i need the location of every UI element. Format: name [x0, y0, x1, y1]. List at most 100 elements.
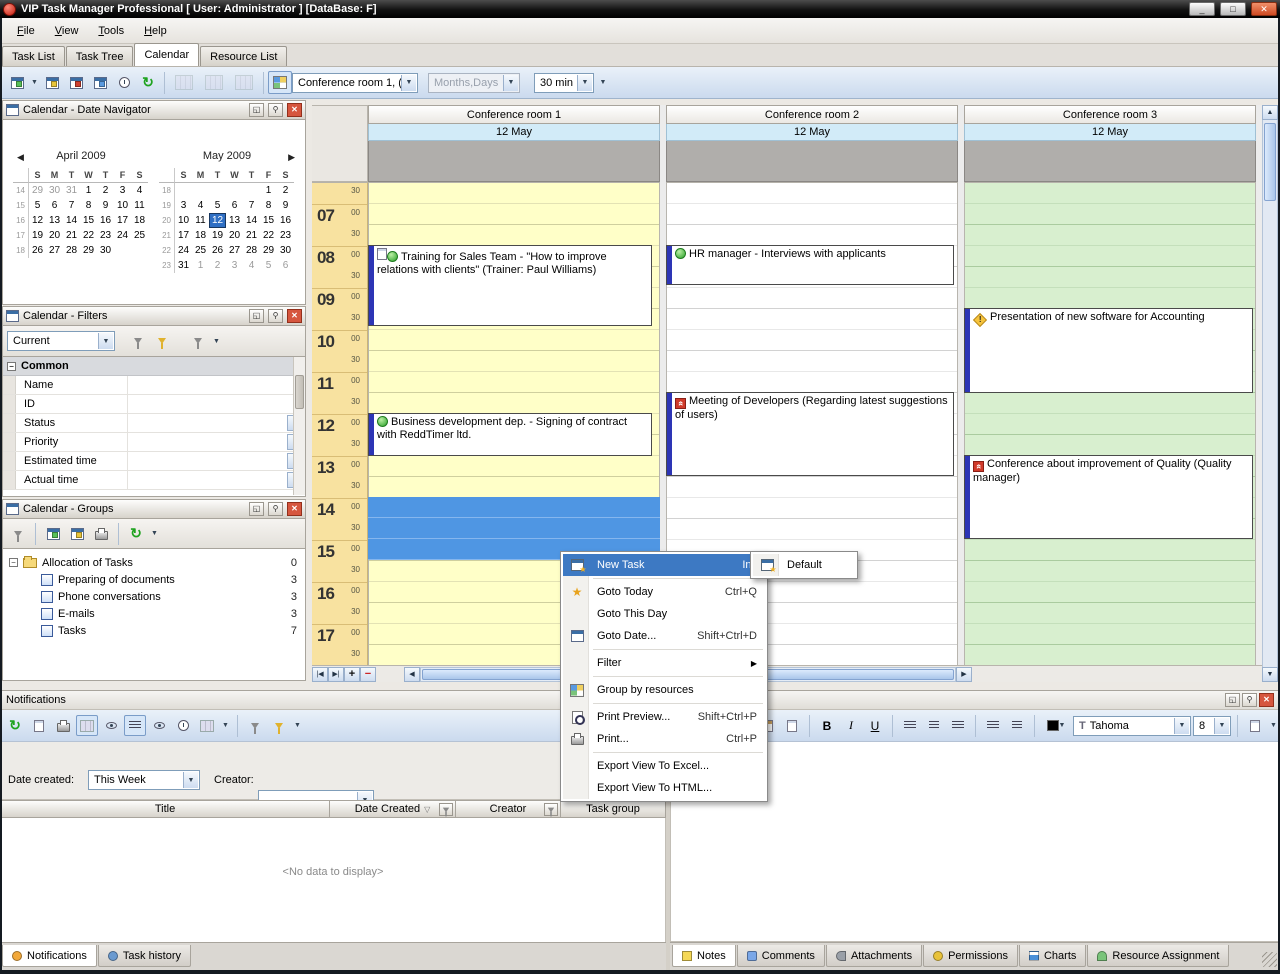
allday-area[interactable]	[368, 141, 660, 182]
copy-button[interactable]	[781, 715, 803, 736]
resource-column-header[interactable]: Conference room 2	[666, 105, 958, 124]
calendar-day[interactable]: F	[260, 168, 277, 183]
date-column-header[interactable]: 12 May	[666, 124, 958, 141]
task-timer-button[interactable]	[112, 71, 136, 94]
main-tab[interactable]: Resource List	[200, 46, 287, 66]
close-button[interactable]: ✕	[1251, 2, 1277, 16]
calendar-day[interactable]: 12	[209, 213, 226, 228]
submenu-item-default[interactable]: Default	[753, 554, 855, 576]
group-root[interactable]: − Allocation of Tasks 0	[3, 554, 305, 571]
date-created-combo-arrow[interactable]: ▼	[183, 772, 198, 788]
filters-scrollbar[interactable]	[293, 357, 305, 495]
reminder-button[interactable]	[172, 715, 194, 736]
calendar-day[interactable]: 22	[260, 228, 277, 243]
groups-pin-button[interactable]: ⚲	[268, 502, 283, 516]
calendar-day[interactable]: 19	[209, 228, 226, 243]
calendar-day[interactable]: 5	[29, 198, 46, 213]
calendar-day[interactable]: 21	[159, 228, 175, 243]
collapse-icon[interactable]: −	[7, 362, 16, 371]
calendar-day[interactable]: 17	[13, 228, 29, 243]
creator-filter-button[interactable]	[544, 803, 558, 816]
filter-options-dropdown[interactable]: ▼	[211, 338, 222, 345]
calendar-day[interactable]: 29	[29, 183, 46, 198]
scroll-down-button[interactable]: ▼	[1262, 667, 1278, 682]
calendar-day[interactable]: 5	[209, 198, 226, 213]
calendar-day[interactable]: 1	[260, 183, 277, 198]
calendar-vertical-scrollbar[interactable]: ▲ ▼	[1262, 105, 1278, 682]
calendar-day[interactable]: 10	[114, 198, 131, 213]
calendar-event[interactable]: »Conference about improvement of Quality…	[964, 455, 1253, 539]
refresh-button[interactable]: ↻	[136, 71, 160, 94]
underline-button[interactable]: U	[864, 715, 886, 736]
menu-item[interactable]: File	[8, 22, 44, 40]
calendar-day[interactable]: 17	[114, 213, 131, 228]
tab-notifications[interactable]: Notifications	[2, 945, 97, 967]
calendar-day[interactable]: 12	[29, 213, 46, 228]
calendar-day[interactable]: 16	[97, 213, 114, 228]
calendar-day[interactable]: 16	[277, 213, 294, 228]
calendar-day[interactable]: 16	[13, 213, 29, 228]
save-filter-button[interactable]	[151, 331, 173, 352]
calendar-day[interactable]: 25	[192, 243, 209, 258]
calendar-day[interactable]	[159, 168, 175, 183]
tab-attachments[interactable]: Attachments	[826, 945, 922, 967]
calendar-day[interactable]: 14	[13, 183, 29, 198]
calendar-day[interactable]: M	[192, 168, 209, 183]
calendar-day[interactable]: 23	[159, 258, 175, 273]
calendar-day[interactable]: T	[209, 168, 226, 183]
calendar-day[interactable]: 1	[192, 258, 209, 273]
calendar-event[interactable]: !Presentation of new software for Accoun…	[964, 308, 1253, 393]
calendar-day[interactable]: T	[63, 168, 80, 183]
calendar-day[interactable]: 19	[29, 228, 46, 243]
calendar-day[interactable]: M	[46, 168, 63, 183]
main-tab[interactable]: Task Tree	[66, 46, 134, 66]
calendar-day[interactable]: T	[243, 168, 260, 183]
collapse-icon[interactable]: −	[9, 558, 18, 567]
calendar-day[interactable]: 27	[46, 243, 63, 258]
calendar-day[interactable]: 28	[243, 243, 260, 258]
calendar-day[interactable]: 23	[97, 228, 114, 243]
menu-item-goto-today[interactable]: ★ Goto Today Ctrl+Q	[563, 581, 765, 603]
calendar-day[interactable]: 28	[63, 243, 80, 258]
numbered-list-button[interactable]	[1006, 715, 1028, 736]
calendar-event[interactable]: HR manager - Interviews with applicants	[666, 245, 954, 285]
new-task-button[interactable]	[5, 71, 29, 94]
show-read-toggle[interactable]	[148, 715, 170, 736]
calendar-day[interactable]: 10	[175, 213, 192, 228]
menu-item-print[interactable]: Print... Ctrl+P	[563, 728, 765, 750]
groups-float-button[interactable]: ◱	[249, 502, 264, 516]
calendar-day[interactable]: 8	[80, 198, 97, 213]
menu-item-export-html[interactable]: Export View To HTML...	[563, 777, 765, 799]
font-size-combo[interactable]: 8▼	[1193, 716, 1231, 736]
calendar-day[interactable]: T	[97, 168, 114, 183]
column-header-date-created[interactable]: Date Created ▽	[329, 800, 456, 818]
calendar-day[interactable]: 18	[13, 243, 29, 258]
align-center-button[interactable]	[923, 715, 945, 736]
calendar-day[interactable]: S	[277, 168, 294, 183]
scrollbar-thumb[interactable]	[1264, 123, 1276, 201]
preview-toggle[interactable]	[100, 715, 122, 736]
calendar-day[interactable]	[131, 243, 148, 258]
details-pin-button[interactable]: ⚲	[1242, 693, 1257, 707]
calendar-day[interactable]: 13	[226, 213, 243, 228]
calendar-day[interactable]: 29	[260, 243, 277, 258]
group-by-resources-toggle[interactable]	[268, 71, 292, 94]
columns-dropdown[interactable]: ▼	[220, 722, 231, 729]
calendar-day[interactable]	[226, 183, 243, 198]
tab-resource-assignment[interactable]: Resource Assignment	[1087, 945, 1229, 967]
menu-item[interactable]: Help	[135, 22, 176, 40]
menu-item-print-preview[interactable]: Print Preview... Shift+Ctrl+P	[563, 706, 765, 728]
calendar-day[interactable]: 6	[277, 258, 294, 273]
card-view-toggle[interactable]	[76, 715, 98, 736]
align-left-button[interactable]	[899, 715, 921, 736]
calendar-day[interactable]: 4	[243, 258, 260, 273]
maximize-button[interactable]: □	[1220, 2, 1246, 16]
calendar-day[interactable]	[175, 183, 192, 198]
font-name-combo-arrow[interactable]: ▼	[1174, 718, 1189, 734]
group-item[interactable]: Preparing of documents 3	[3, 571, 305, 588]
calendar-day[interactable]: 20	[159, 213, 175, 228]
filters-pin-button[interactable]: ⚲	[268, 309, 283, 323]
insert-button[interactable]	[1244, 715, 1266, 736]
calendar-event[interactable]: »Meeting of Developers (Regarding latest…	[666, 392, 954, 476]
calendar-day[interactable]: 15	[13, 198, 29, 213]
